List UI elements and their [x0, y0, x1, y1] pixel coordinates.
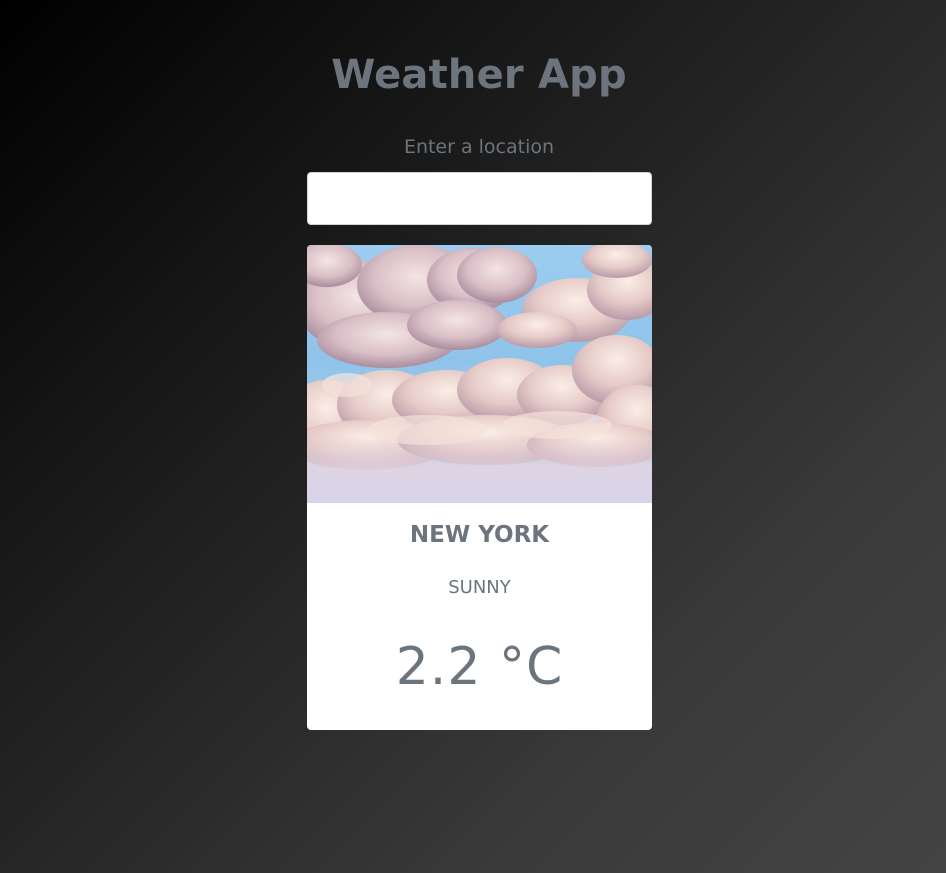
weather-app: Weather App Enter a location NEW YORK SU…: [0, 0, 946, 873]
location-label: Enter a location: [403, 136, 555, 158]
page-title: Weather App: [331, 52, 627, 98]
temperature-value: 2.2 °C: [395, 637, 564, 697]
location-search-input[interactable]: [307, 172, 652, 225]
city-name: NEW YORK: [409, 522, 550, 548]
sky-clouds-image: [307, 245, 652, 503]
weather-condition: SUNNY: [448, 577, 511, 598]
weather-card: NEW YORK SUNNY 2.2 °C: [307, 245, 652, 730]
